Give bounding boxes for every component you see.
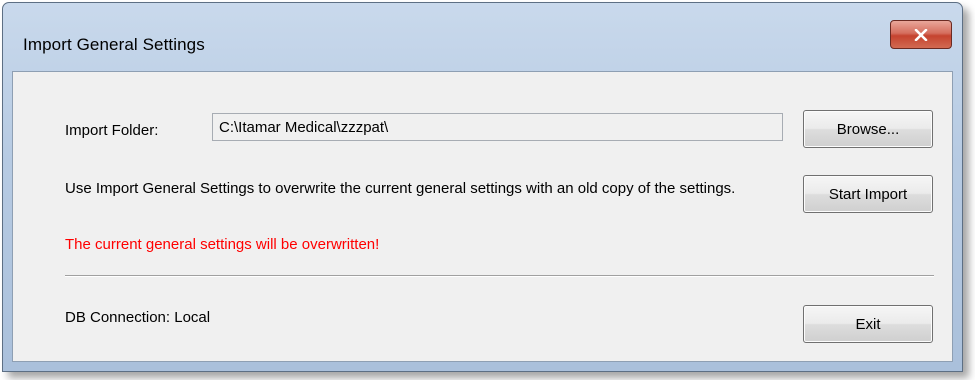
browse-button[interactable]: Browse... [803,110,933,148]
divider [65,275,934,277]
import-folder-label: Import Folder: [65,122,159,139]
description-text: Use Import General Settings to overwrite… [65,180,736,197]
import-folder-field[interactable] [212,113,783,141]
overwrite-warning: The current general settings will be ove… [65,236,380,253]
start-import-button[interactable]: Start Import [803,175,933,213]
db-connection-status: DB Connection: Local [65,309,211,326]
window-title: Import General Settings [23,35,205,54]
close-x-icon [914,28,928,41]
dialog-body: Import Folder: Browse... Use Import Gene… [12,71,953,362]
import-general-settings-dialog: Import General Settings Import Folder: B… [2,2,963,372]
exit-button[interactable]: Exit [803,305,933,343]
title-bar[interactable]: Import General Settings [3,3,962,77]
close-button[interactable] [890,20,952,49]
